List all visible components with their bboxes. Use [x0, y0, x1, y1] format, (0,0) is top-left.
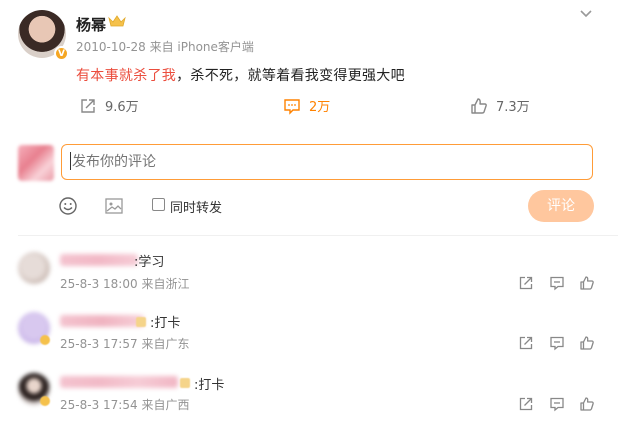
- reply-icon[interactable]: [549, 396, 565, 412]
- share-count: 9.6万: [105, 100, 139, 115]
- comment-time: 25-8-3 17:54: [60, 398, 138, 412]
- vip-badge: [180, 378, 190, 388]
- comment-count: 2万: [309, 100, 331, 115]
- commenter-name[interactable]: [60, 315, 144, 327]
- like-icon: [471, 97, 487, 114]
- member-badge: [40, 396, 50, 406]
- comment-location: 来自广东: [141, 337, 190, 351]
- submit-comment-button[interactable]: 评论: [528, 190, 594, 222]
- post-text-highlight[interactable]: 有本事就杀了我: [76, 68, 176, 84]
- comment-share-icon[interactable]: [518, 275, 534, 291]
- reply-icon[interactable]: [549, 335, 565, 351]
- comment-share-icon[interactable]: [518, 396, 534, 412]
- my-avatar: [18, 145, 54, 181]
- comment-like-icon[interactable]: [579, 275, 595, 291]
- comment-location: 来自广西: [141, 398, 190, 412]
- comment-like-icon[interactable]: [579, 396, 595, 412]
- crown-icon: [108, 15, 126, 27]
- comment-icon: [284, 98, 300, 115]
- comment-location: 来自浙江: [141, 277, 190, 291]
- comment-text: :打卡: [150, 316, 181, 331]
- post-meta: 2010-10-28 来自 iPhone客户端: [76, 38, 254, 55]
- commenter-name[interactable]: [60, 254, 138, 266]
- member-badge: [40, 335, 50, 345]
- repost-label[interactable]: 同时转发: [170, 197, 222, 216]
- divider: [18, 235, 618, 236]
- reply-icon[interactable]: [549, 275, 565, 291]
- text-caret: [70, 152, 71, 170]
- post-text-rest: ，杀不死，就等着看我变得更强大吧: [176, 68, 405, 84]
- comment-like-icon[interactable]: [579, 335, 595, 351]
- commenter-avatar[interactable]: [18, 252, 50, 284]
- comment-meta: 25-8-3 17:54 来自广西: [60, 396, 189, 413]
- comment-time: 25-8-3 18:00: [60, 277, 138, 291]
- comment-meta: 25-8-3 18:00 来自浙江: [60, 275, 189, 292]
- post-text: 有本事就杀了我，杀不死，就等着看我变得更强大吧: [76, 65, 405, 85]
- comment-button[interactable]: 2万: [283, 96, 330, 115]
- like-button[interactable]: 7.3万: [470, 96, 530, 115]
- comment-share-icon[interactable]: [518, 335, 534, 351]
- repost-checkbox[interactable]: [152, 198, 165, 211]
- post-timestamp[interactable]: 2010-10-28: [76, 40, 146, 54]
- comment-meta: 25-8-3 17:57 来自广东: [60, 335, 189, 352]
- comment-input[interactable]: [61, 144, 593, 180]
- comment-text: :学习: [134, 255, 165, 270]
- verified-badge: V: [54, 46, 69, 61]
- like-count: 7.3万: [496, 100, 530, 115]
- chevron-down-icon[interactable]: [579, 6, 593, 20]
- share-button[interactable]: 9.6万: [79, 96, 139, 115]
- post-source: 来自 iPhone客户端: [149, 40, 254, 54]
- author-name[interactable]: 杨幂: [76, 14, 106, 35]
- commenter-name[interactable]: [60, 376, 178, 388]
- emoji-icon[interactable]: [58, 196, 78, 216]
- image-icon[interactable]: [104, 196, 124, 216]
- comment-text: :打卡: [194, 378, 225, 393]
- comment-time: 25-8-3 17:57: [60, 337, 138, 351]
- share-icon: [81, 98, 95, 113]
- vip-badge: [136, 317, 146, 327]
